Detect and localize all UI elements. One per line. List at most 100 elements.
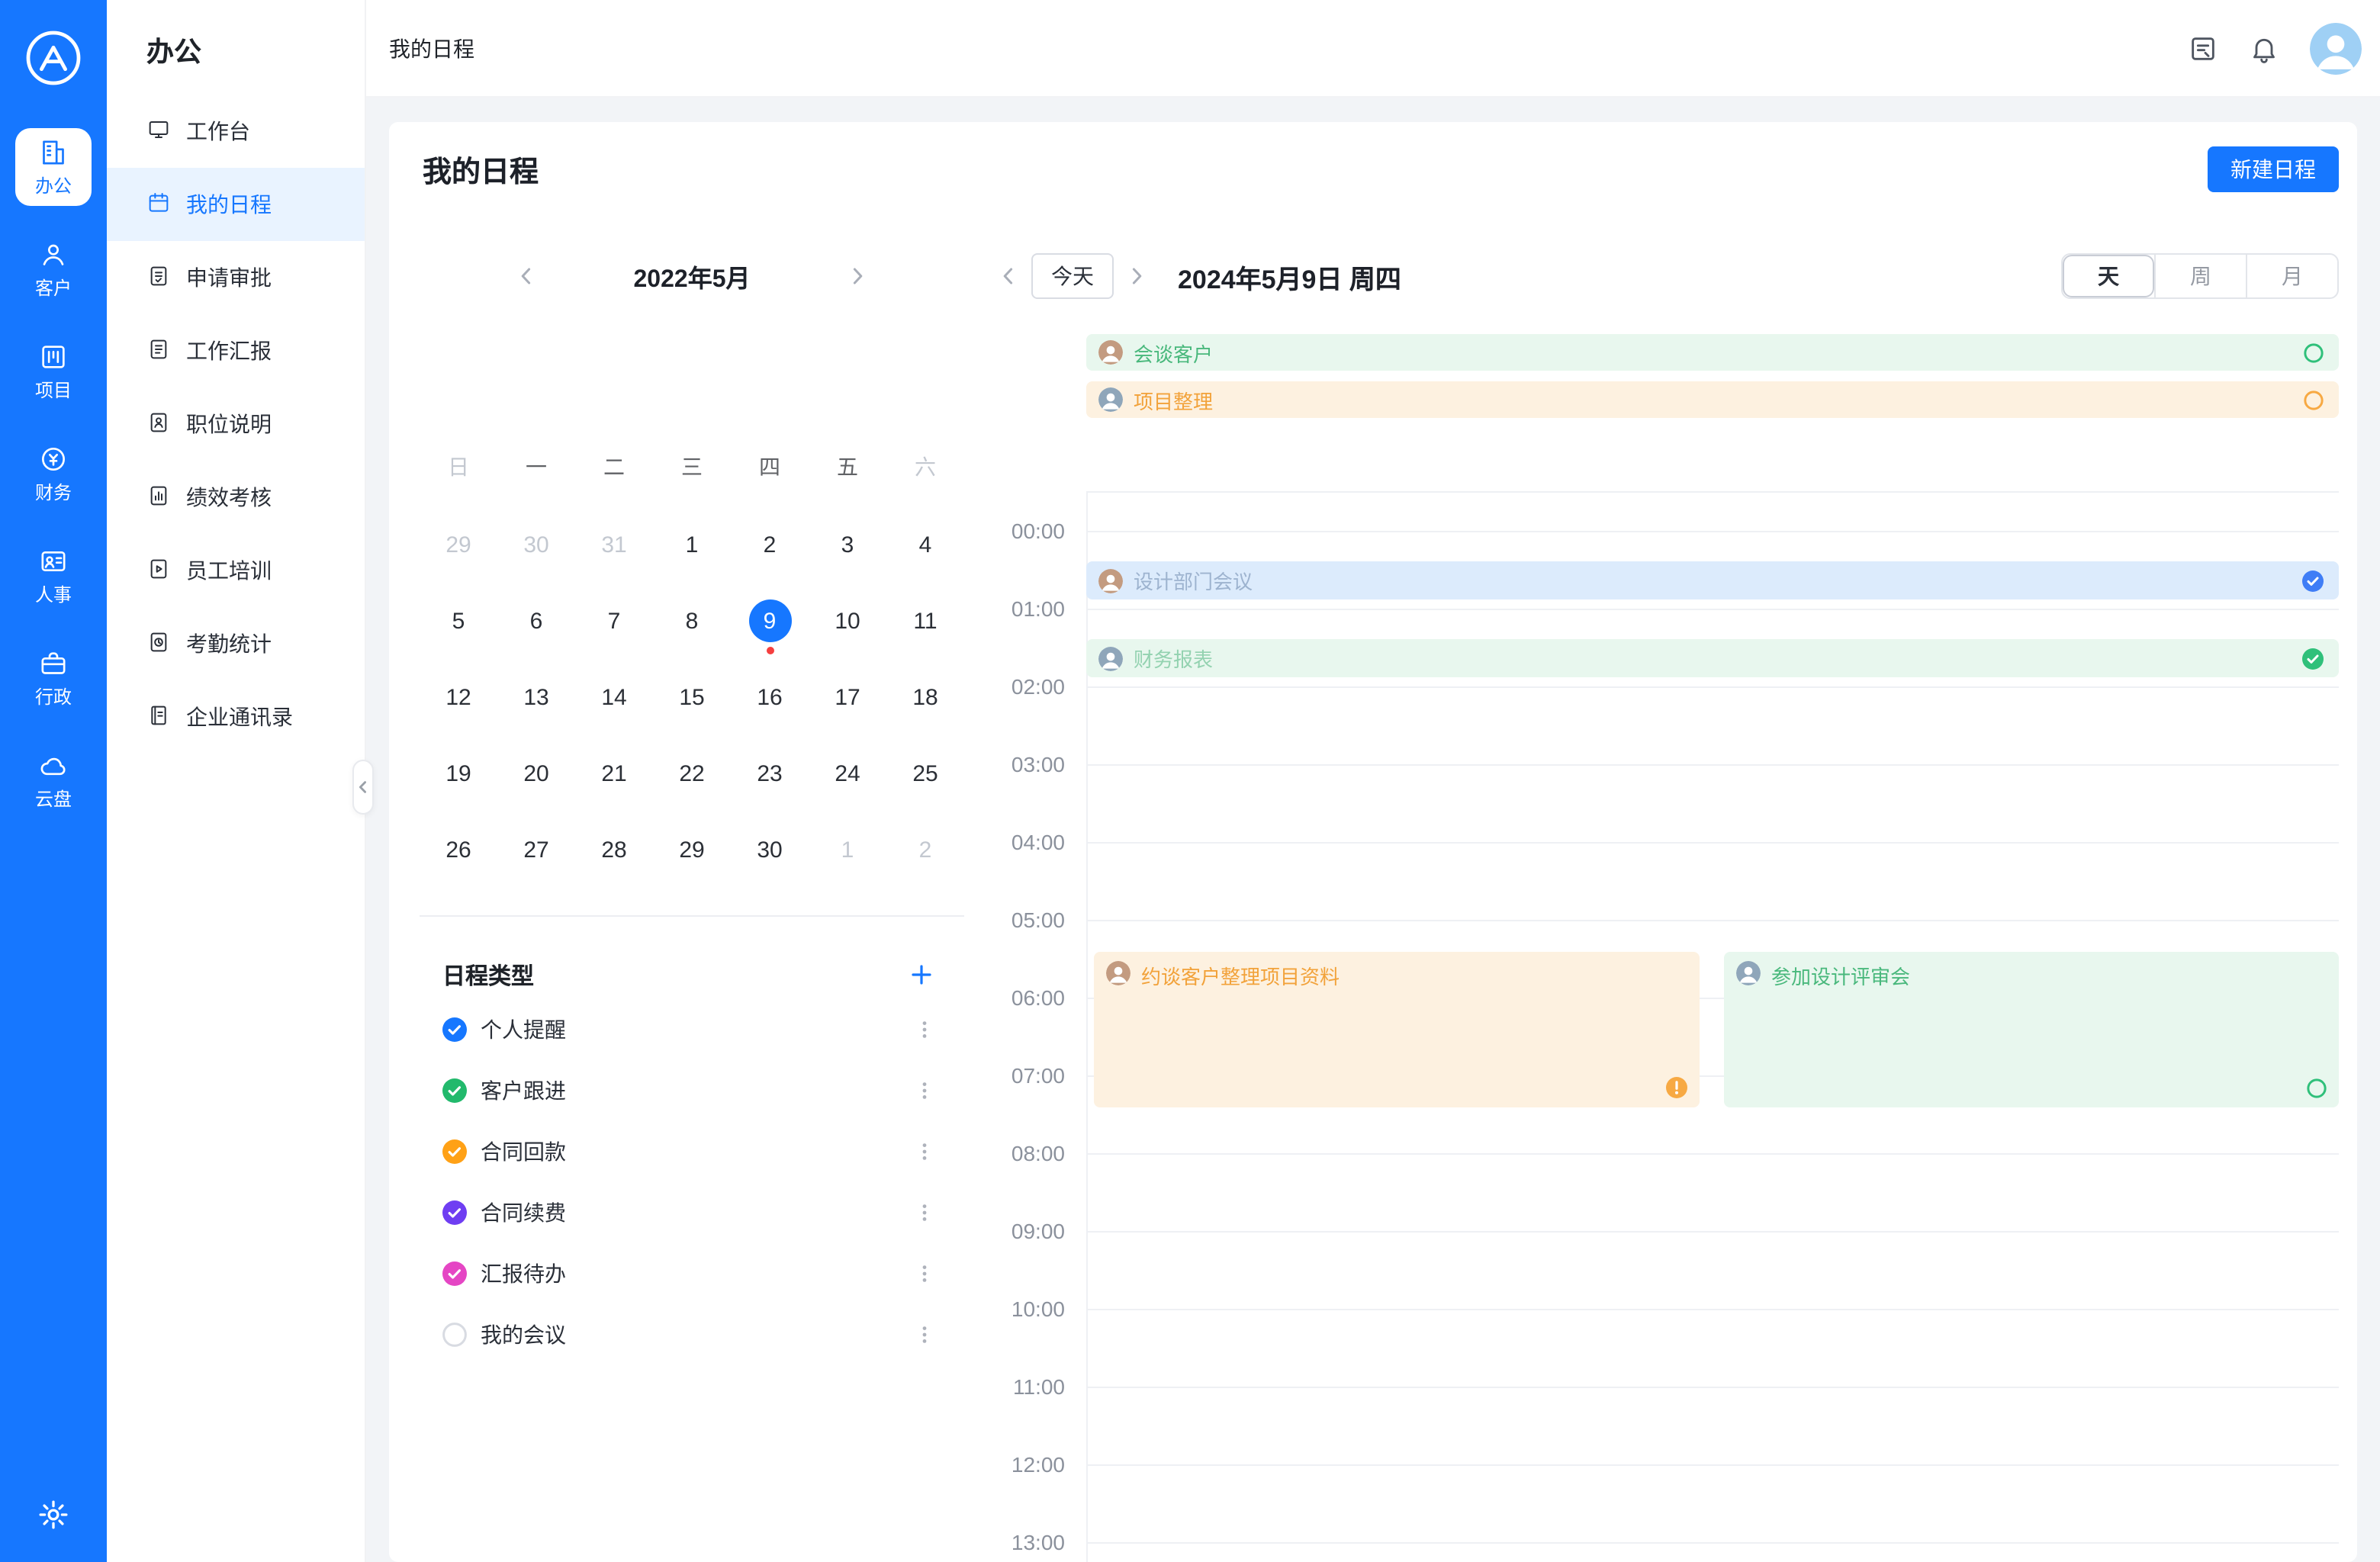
settings-gear-icon[interactable]	[37, 1498, 70, 1531]
calendar-event[interactable]: 参加设计评审会	[1724, 953, 2339, 1107]
date-cell[interactable]: 29	[653, 812, 731, 888]
rail-item-finance[interactable]: 财务	[15, 435, 92, 513]
type-more-icon[interactable]	[914, 1019, 935, 1040]
date-cell[interactable]: 8	[653, 583, 731, 659]
date-cell[interactable]: 4	[886, 506, 964, 583]
new-schedule-button[interactable]: 新建日程	[2208, 146, 2339, 192]
sidebar-item-report[interactable]: 工作汇报	[107, 314, 365, 387]
date-number: 23	[748, 752, 791, 795]
rail-item-admin[interactable]: 行政	[15, 639, 92, 717]
type-checkbox[interactable]	[442, 1261, 467, 1286]
prev-month-icon[interactable]	[515, 264, 539, 288]
date-cell[interactable]: 31	[575, 506, 653, 583]
type-more-icon[interactable]	[914, 1080, 935, 1101]
hour-label: 04:00	[992, 830, 1065, 854]
add-schedule-type-icon[interactable]	[911, 964, 932, 985]
date-cell[interactable]: 21	[575, 735, 653, 812]
user-avatar[interactable]	[2310, 22, 2362, 74]
sidebar-item-kpi[interactable]: 绩效考核	[107, 461, 365, 534]
date-cell[interactable]: 11	[886, 583, 964, 659]
sidebar-item-label: 我的日程	[186, 189, 272, 220]
sidebar-item-contacts[interactable]: 企业通讯录	[107, 680, 365, 754]
date-cell[interactable]: 14	[575, 659, 653, 735]
date-cell[interactable]: 15	[653, 659, 731, 735]
date-cell[interactable]: 1	[653, 506, 731, 583]
app-logo-icon[interactable]	[20, 24, 87, 92]
date-cell[interactable]: 2	[886, 812, 964, 888]
date-cell[interactable]: 12	[420, 659, 497, 735]
rail-item-customer[interactable]: 客户	[15, 230, 92, 308]
date-cell[interactable]: 25	[886, 735, 964, 812]
calendar-event[interactable]: 财务报表	[1086, 640, 2339, 678]
date-cell[interactable]: 17	[809, 659, 886, 735]
view-tab-week[interactable]: 周	[2154, 255, 2246, 297]
type-checkbox[interactable]	[442, 1139, 467, 1164]
sidebar-item-schedule[interactable]: 我的日程	[107, 168, 365, 241]
type-checkbox[interactable]	[442, 1078, 467, 1103]
customer-icon	[38, 239, 69, 270]
date-cell[interactable]: 3	[809, 506, 886, 583]
type-checkbox[interactable]	[442, 1017, 467, 1042]
date-cell[interactable]: 23	[731, 735, 809, 812]
date-cell[interactable]: 5	[420, 583, 497, 659]
hour-gridline	[1086, 531, 2339, 532]
sidebar-item-training[interactable]: 员工培训	[107, 534, 365, 607]
allday-event[interactable]: 项目整理	[1086, 381, 2339, 418]
date-cell[interactable]: 24	[809, 735, 886, 812]
type-more-icon[interactable]	[914, 1202, 935, 1223]
bell-icon[interactable]	[2249, 33, 2279, 63]
weekday-label: 三	[653, 452, 731, 482]
type-more-icon[interactable]	[914, 1263, 935, 1284]
sidebar-item-label: 工作台	[186, 116, 250, 146]
view-tab-month[interactable]: 月	[2246, 255, 2337, 297]
type-more-icon[interactable]	[914, 1324, 935, 1345]
sidebar-collapse-handle[interactable]	[352, 760, 374, 815]
date-cell[interactable]: 22	[653, 735, 731, 812]
today-button[interactable]: 今天	[1031, 253, 1114, 299]
rail-item-project[interactable]: 项目	[15, 333, 92, 410]
page-title: 我的日程	[423, 149, 539, 190]
date-cell[interactable]: 7	[575, 583, 653, 659]
view-tab-day[interactable]: 天	[2063, 255, 2154, 297]
date-cell[interactable]: 26	[420, 812, 497, 888]
date-cell[interactable]: 2	[731, 506, 809, 583]
type-label: 客户跟进	[481, 1075, 566, 1106]
prev-day-icon[interactable]	[992, 264, 1025, 288]
date-cell[interactable]: 30	[731, 812, 809, 888]
rail-item-cloud[interactable]: 云盘	[15, 741, 92, 819]
event-title: 设计部门会议	[1134, 567, 1253, 596]
sidebar-item-approval[interactable]: 申请审批	[107, 241, 365, 314]
date-cell[interactable]: 30	[497, 506, 575, 583]
rail-item-office[interactable]: 办公	[15, 128, 92, 206]
type-more-icon[interactable]	[914, 1141, 935, 1162]
type-checkbox[interactable]	[442, 1323, 467, 1347]
next-month-icon[interactable]	[845, 264, 870, 288]
date-cell[interactable]: 16	[731, 659, 809, 735]
rail-item-hr[interactable]: 人事	[15, 537, 92, 615]
date-cell[interactable]: 18	[886, 659, 964, 735]
sidebar-item-workbench[interactable]: 工作台	[107, 95, 365, 168]
date-cell[interactable]: 13	[497, 659, 575, 735]
sidebar-title: 办公	[107, 24, 365, 95]
date-number: 4	[904, 523, 947, 566]
type-checkbox[interactable]	[442, 1200, 467, 1225]
allday-event[interactable]: 会谈客户	[1086, 334, 2339, 371]
date-cell[interactable]: 9	[731, 583, 809, 659]
date-cell[interactable]: 27	[497, 812, 575, 888]
date-cell[interactable]: 20	[497, 735, 575, 812]
sidebar-item-position[interactable]: 职位说明	[107, 387, 365, 461]
schedule-type-row: 合同续费	[442, 1182, 938, 1243]
type-label: 个人提醒	[481, 1014, 566, 1045]
date-cell[interactable]: 1	[809, 812, 886, 888]
sidebar-item-attendance[interactable]: 考勤统计	[107, 607, 365, 680]
calendar-event[interactable]: 约谈客户整理项目资料	[1094, 953, 1700, 1107]
next-day-icon[interactable]	[1120, 264, 1153, 288]
date-number: 7	[593, 599, 635, 642]
approval-log-icon[interactable]	[2188, 33, 2218, 63]
date-cell[interactable]: 10	[809, 583, 886, 659]
date-cell[interactable]: 29	[420, 506, 497, 583]
date-cell[interactable]: 6	[497, 583, 575, 659]
calendar-event[interactable]: 设计部门会议	[1086, 562, 2339, 600]
date-cell[interactable]: 19	[420, 735, 497, 812]
date-cell[interactable]: 28	[575, 812, 653, 888]
